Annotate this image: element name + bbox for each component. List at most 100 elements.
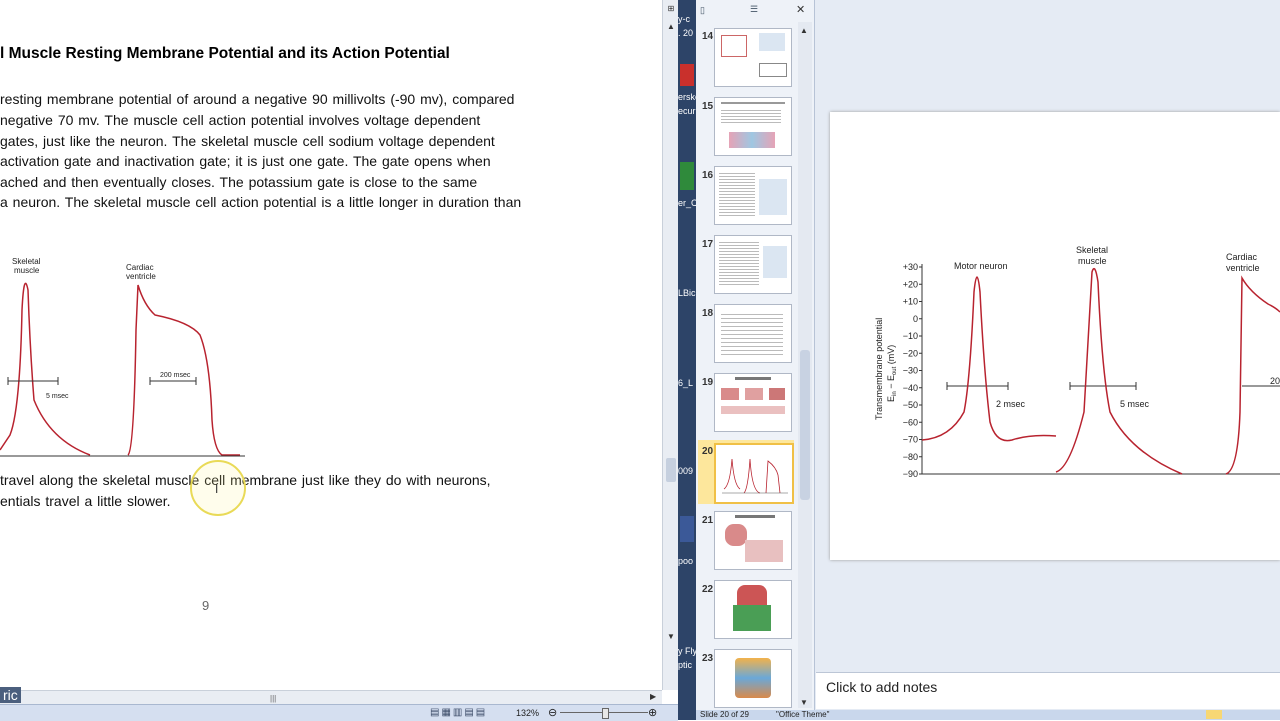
page-number: 9 (202, 598, 210, 613)
ruler-toggle-icon[interactable]: ⊞ (663, 4, 679, 13)
paragraph-line: activation gate and inactivation gate; i… (0, 153, 491, 169)
task-label[interactable]: y Fly (678, 646, 696, 656)
task-label[interactable]: poo (678, 556, 693, 566)
task-label[interactable]: er_C (678, 198, 696, 208)
slides-tab-icon[interactable]: ▯ (700, 5, 705, 16)
y-tick-label: −40 (903, 383, 918, 393)
slide-thumbnail[interactable] (714, 28, 792, 87)
svg-text:ventricle: ventricle (126, 272, 156, 281)
slide-number: 20 (702, 446, 714, 457)
svg-text:muscle: muscle (14, 266, 40, 275)
scroll-up-icon[interactable]: ▲ (663, 22, 679, 31)
thumbnail-scroll-thumb[interactable] (800, 350, 810, 500)
motor-neuron-trace (921, 276, 1057, 442)
zoom-out-icon[interactable]: ⊖ (548, 706, 557, 719)
h-scroll-thumb[interactable]: ||| (270, 694, 280, 703)
slide-thumbnail[interactable] (714, 235, 792, 294)
normal-view-button[interactable] (1206, 710, 1222, 719)
task-label[interactable]: 6_L (678, 378, 693, 388)
word-horizontal-scrollbar[interactable]: ||| ▶ (0, 690, 662, 705)
excel-icon[interactable] (680, 162, 694, 190)
scroll-thumb[interactable] (666, 458, 676, 482)
y-tick-label: −90 (903, 469, 918, 479)
zoom-level[interactable]: 132% (516, 708, 539, 718)
powerpoint-status-bar: Slide 20 of 29 "Office Theme" (696, 710, 1280, 720)
slide-canvas[interactable]: Transmembrane potential Ein − Eout (mV) … (830, 112, 1280, 560)
y-tick-label: −10 (903, 331, 918, 341)
slide-number: 21 (702, 515, 714, 526)
slide-number: 15 (702, 101, 714, 112)
y-tick-label: −80 (903, 452, 918, 462)
slide-ylabel: Transmembrane potential (874, 318, 884, 420)
slide-thumbnail-selected[interactable] (714, 443, 794, 504)
scroll-down-icon[interactable]: ▼ (663, 632, 679, 641)
slide-figure: Transmembrane potential Ein − Eout (mV) … (874, 245, 1280, 479)
slide-label-cardiac: Cardiac (1226, 252, 1258, 262)
action-potential-figure: Skeletal muscle Cardiac ventricle 5 msec… (0, 257, 245, 457)
view-buttons[interactable]: ▤▦▥▤▤ (430, 707, 487, 718)
facebook-icon[interactable] (680, 516, 694, 542)
scroll-right-icon[interactable]: ▶ (650, 692, 656, 701)
task-label[interactable]: LBic (678, 288, 696, 298)
slide-label-skeletal: Skeletal (1076, 245, 1108, 255)
close-pane-icon[interactable]: ✕ (796, 3, 805, 16)
app-icon[interactable] (680, 64, 694, 86)
task-label[interactable]: . 20 (678, 28, 693, 38)
slide-label-motor: Motor neuron (954, 261, 1008, 271)
slide-scale-20: 20 (1270, 376, 1280, 386)
task-label[interactable]: 009 (678, 466, 693, 476)
zoom-slider-handle[interactable] (602, 708, 609, 719)
slide-thumbnail[interactable] (714, 373, 792, 432)
slide-thumbnail[interactable] (714, 304, 792, 363)
desktop-text-fragment: ric (0, 687, 21, 703)
slide-scale-2msec: 2 msec (996, 399, 1026, 409)
y-tick-label: +10 (903, 297, 918, 307)
slide-thumbnail[interactable] (714, 97, 792, 156)
outline-tab-icon[interactable]: ☰ (750, 4, 758, 15)
slide-number: 14 (702, 31, 714, 42)
task-label[interactable]: erske (678, 92, 696, 102)
y-tick-label: −30 (903, 366, 918, 376)
y-tick-label: +20 (903, 279, 918, 289)
paragraph-line: entials travel a little slower. (0, 493, 171, 509)
paragraph-line: a neuron. The skeletal muscle cell actio… (0, 194, 522, 210)
paragraph-line: resting membrane potential of around a n… (0, 91, 515, 107)
y-axis-ticks: +30 +20 +10 0 −10 −20 −30 −40 −50 −60 −70 −80 −90 (903, 262, 922, 479)
figure-scale-5msec: 5 msec (46, 393, 69, 400)
svg-text:ventricle: ventricle (1226, 263, 1260, 273)
slide-thumbnail[interactable] (714, 580, 792, 639)
text-cursor-icon: I (215, 482, 219, 496)
zoom-in-icon[interactable]: ⊕ (648, 706, 657, 719)
task-label[interactable]: ecur (678, 106, 696, 116)
slide-thumbnail[interactable] (714, 511, 792, 570)
word-vertical-scrollbar[interactable]: ⊞ ▲ ▼ (662, 0, 679, 690)
svg-text:muscle: muscle (1078, 256, 1107, 266)
cardiac-trace (127, 284, 240, 456)
slide-counter: Slide 20 of 29 (700, 710, 749, 719)
y-tick-label: +30 (903, 262, 918, 272)
paragraph-line: gates, just like the neuron. The skeleta… (0, 133, 495, 149)
theme-name: "Office Theme" (776, 710, 830, 719)
slide-scale-5msec: 5 msec (1120, 399, 1150, 409)
y-tick-label: 0 (913, 314, 918, 324)
y-tick-label: −70 (903, 435, 918, 445)
svg-text:Ein − Eout (mV): Ein − Eout (mV) (886, 345, 898, 402)
figure-scale-200msec: 200 msec (160, 372, 191, 379)
slide-number: 23 (702, 653, 714, 664)
word-document-window: l Muscle Resting Membrane Potential and … (0, 0, 662, 690)
task-label[interactable]: ptic (678, 660, 692, 670)
task-label[interactable]: y-c (678, 14, 690, 24)
slide-thumbnail[interactable] (714, 166, 792, 225)
slide-number: 17 (702, 239, 714, 250)
slide-thumbnail[interactable] (714, 649, 792, 708)
scroll-up-icon[interactable]: ▲ (800, 26, 808, 35)
figure-label-skeletal: Skeletal (12, 257, 41, 266)
skeletal-muscle-trace (1055, 267, 1183, 475)
scroll-down-icon[interactable]: ▼ (800, 698, 808, 707)
paragraph-line: ached and then eventually closes. The po… (0, 174, 478, 190)
notes-placeholder[interactable]: Click to add notes (826, 679, 937, 695)
document-heading: l Muscle Resting Membrane Potential and … (0, 45, 450, 62)
skeletal-trace (0, 282, 91, 456)
slide-number: 19 (702, 377, 714, 388)
slide-number: 16 (702, 170, 714, 181)
